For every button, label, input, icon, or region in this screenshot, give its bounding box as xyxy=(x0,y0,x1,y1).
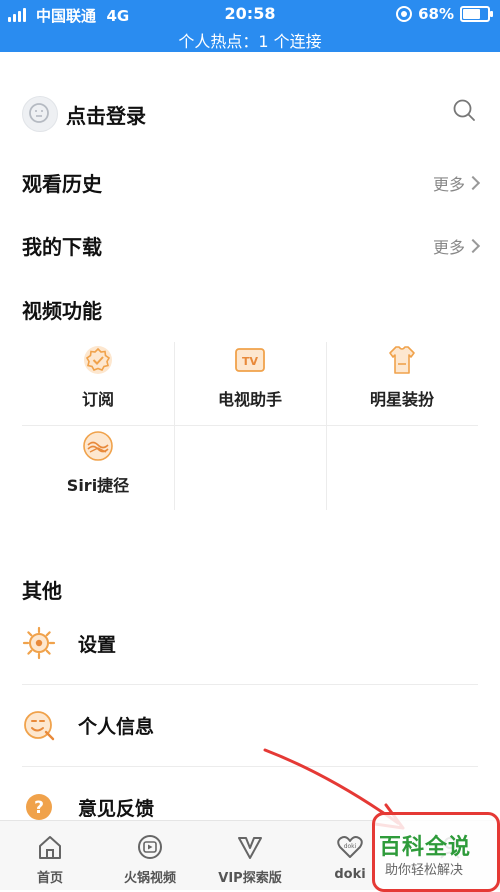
my-downloads-title: 我的下载 xyxy=(22,235,102,259)
vip-icon xyxy=(238,837,262,859)
watermark-title: 百科全说 xyxy=(379,835,472,860)
personal-info-label: 个人信息 xyxy=(78,716,155,738)
hotspot-banner[interactable]: 个人热点：1 个连接 xyxy=(0,28,500,52)
login-row[interactable]: 点击登录 xyxy=(0,92,500,136)
chevron-right-icon xyxy=(465,175,481,191)
tab-home[interactable]: 首页 xyxy=(0,821,100,890)
function-label: 明星装扮 xyxy=(369,390,434,409)
watch-history-title: 观看历史 xyxy=(22,172,102,196)
function-subscribe[interactable]: 订阅 xyxy=(22,340,174,424)
svg-text:?: ? xyxy=(34,798,44,818)
function-label: Siri捷径 xyxy=(66,476,130,495)
rotation-lock-icon xyxy=(396,6,413,22)
status-bar: 中国联通 4G 20:58 68% 个人热点：1 个连接 xyxy=(0,0,500,52)
divider xyxy=(22,766,478,767)
avatar-icon[interactable] xyxy=(22,96,58,132)
other-section-title: 其他 xyxy=(22,579,62,603)
battery-percent: 68% xyxy=(418,5,454,23)
search-icon[interactable] xyxy=(452,98,476,122)
function-siri-shortcut[interactable]: Siri捷径 xyxy=(22,426,174,510)
watermark: 百科全说 助你轻松解决 xyxy=(372,812,500,892)
video-functions-grid: 订阅 TV 电视助手 明星装扮 Siri捷径 xyxy=(22,340,478,510)
tab-label: 首页 xyxy=(36,871,63,886)
doki-heart-icon: doki xyxy=(337,836,363,858)
svg-text:doki: doki xyxy=(344,843,357,850)
star-outfit-icon xyxy=(389,346,415,374)
my-downloads-more-link[interactable]: 更多 xyxy=(432,234,481,258)
function-label: 订阅 xyxy=(81,390,114,409)
watch-history-more-link[interactable]: 更多 xyxy=(432,171,481,195)
video-functions-title: 视频功能 xyxy=(22,299,102,323)
more-label: 更多 xyxy=(432,175,465,194)
feedback-question-icon: ? xyxy=(26,794,52,820)
tab-vip[interactable]: VIP探索版 xyxy=(200,821,300,890)
personal-info-item[interactable]: 个人信息 xyxy=(22,696,478,756)
my-downloads-row[interactable]: 我的下载 更多 xyxy=(22,231,481,263)
settings-item[interactable]: 设置 xyxy=(22,614,478,674)
divider xyxy=(22,684,478,685)
siri-shortcut-icon xyxy=(83,431,113,461)
settings-label: 设置 xyxy=(78,634,117,656)
tab-label: 火锅视频 xyxy=(123,871,176,886)
feedback-label: 意见反馈 xyxy=(78,798,155,820)
hotpot-video-icon xyxy=(138,835,162,859)
chevron-right-icon xyxy=(465,238,481,254)
home-icon xyxy=(39,836,61,859)
more-label: 更多 xyxy=(432,238,465,257)
login-label[interactable]: 点击登录 xyxy=(66,100,146,129)
battery-icon xyxy=(460,6,493,22)
personal-info-icon xyxy=(24,711,55,741)
watermark-subtitle: 助你轻松解决 xyxy=(385,863,464,878)
function-star-outfit[interactable]: 明星装扮 xyxy=(326,340,478,424)
function-tv-assistant[interactable]: TV 电视助手 xyxy=(174,340,326,424)
tv-icon: TV xyxy=(235,348,265,372)
settings-gear-icon xyxy=(22,626,56,660)
tab-hotpot-video[interactable]: 火锅视频 xyxy=(100,821,200,890)
watch-history-row[interactable]: 观看历史 更多 xyxy=(22,168,481,200)
function-label: 电视助手 xyxy=(217,390,282,409)
svg-text:TV: TV xyxy=(242,355,259,368)
tab-label: VIP探索版 xyxy=(218,871,282,886)
subscribe-badge-icon xyxy=(84,346,112,374)
